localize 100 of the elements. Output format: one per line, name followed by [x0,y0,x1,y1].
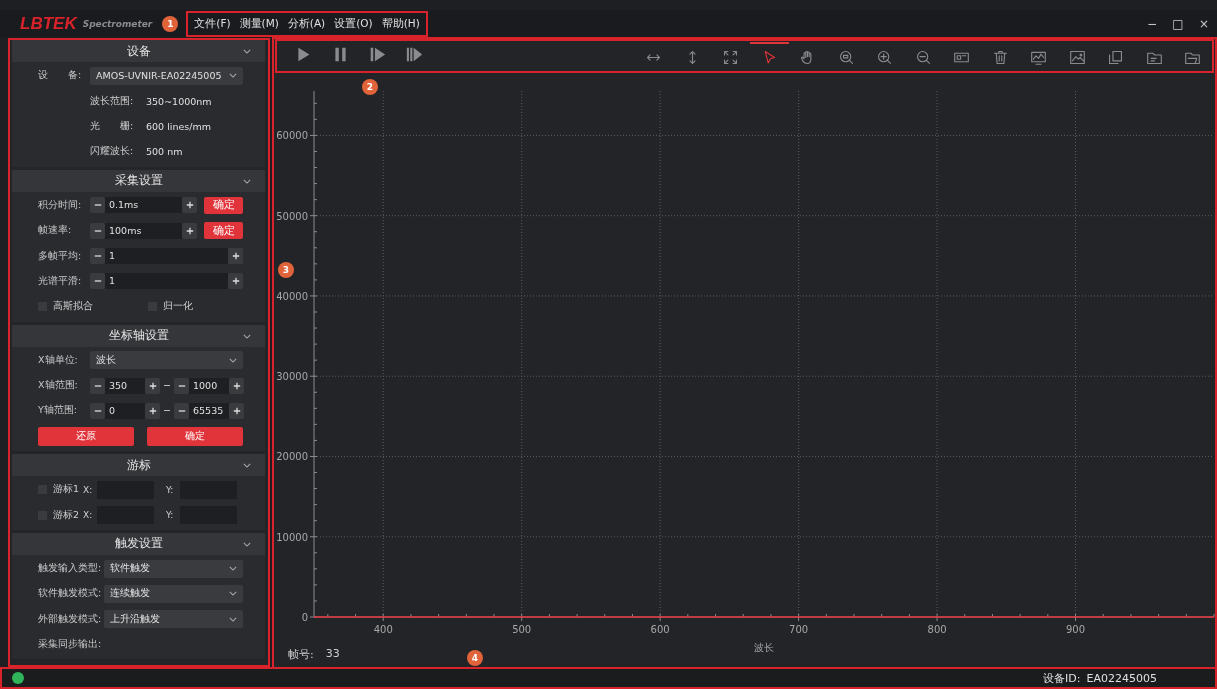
plus-icon [185,201,194,210]
window-control-button[interactable]: □ [1165,16,1191,31]
field-label: Y: [166,510,175,521]
dropdown[interactable]: 上升沿触发 [104,610,243,629]
field-label: 采集同步输出: [38,638,103,652]
dropdown[interactable]: 连续触发 [104,584,243,603]
number-field[interactable]: 100ms [105,222,182,239]
x-tick-label: 900 [1066,624,1086,635]
decrement-button[interactable] [90,403,105,419]
section-title: 坐标轴设置 [108,327,169,344]
decrement-button[interactable] [174,403,189,419]
number-field[interactable]: 1 [105,273,228,290]
decrement-button[interactable] [90,248,105,265]
section-header[interactable]: 坐标轴设置 [12,324,265,347]
field-label: 帧速率: [38,224,73,238]
decrement-button[interactable] [90,197,105,214]
skip-icon [405,46,423,63]
window-control-button[interactable]: × [1191,16,1217,31]
confirm-button[interactable]: 确定 [204,196,243,214]
action-button[interactable]: 确定 [147,426,243,446]
menu-item[interactable]: 帮助(H) [381,16,420,31]
y-tick-label: 30000 [276,371,308,383]
minus-icon [93,407,102,415]
increment-button[interactable] [229,377,244,394]
y-tick-label: 50000 [276,210,308,222]
decrement-button[interactable] [90,273,105,290]
info-value: 500 nm [146,146,183,158]
field-label: X轴单位: [38,353,79,367]
increment-button[interactable] [145,403,160,419]
field-label: 多帧平均: [38,249,83,263]
x-tick-label: 700 [789,624,809,635]
dropdown[interactable]: AMOS-UVNIR-EA02245005 [90,66,243,85]
decrement-button[interactable] [90,377,105,394]
increment-button[interactable] [182,197,197,214]
decrement-button[interactable] [90,222,105,239]
field-label: X: [83,484,94,495]
dropdown[interactable]: 软件触发 [104,559,243,578]
section-title: 设备 [126,42,151,60]
increment-button[interactable] [145,377,160,394]
callout-marker: 2 [362,79,378,95]
increment-button[interactable] [182,222,197,239]
x-tick-label: 600 [650,624,670,635]
step-icon [368,46,386,63]
plus-icon [232,407,241,415]
plus-icon [148,407,157,415]
y-tick-label: 40000 [276,290,308,302]
trash-icon [991,48,1009,66]
callout-marker: 4 [467,650,483,666]
zoom-in-icon [876,48,894,66]
device-id-value: EA02245005 [1086,671,1157,685]
zoom-icon [837,48,855,66]
x-tick-label: 800 [927,624,947,635]
section-title: 游标 [126,456,151,474]
frame-label: 帧号: [288,647,314,662]
window-control-button[interactable]: − [1139,16,1165,31]
callout-marker: 3 [278,262,294,278]
section-header[interactable]: 设备 [12,40,265,62]
zoom-out-icon [914,48,932,66]
section-header[interactable]: 触发设置 [12,532,265,555]
increment-button[interactable] [229,403,244,419]
field-label: X: [83,510,94,521]
field-label: 软件触发模式: [38,587,103,601]
y-tick-label: 10000 [276,531,308,543]
plus-icon [232,381,241,390]
number-field[interactable]: 65535 [189,403,229,419]
info-label: 光 栅: [90,119,135,133]
dropdown[interactable]: 波长 [90,351,243,370]
number-field[interactable]: 1 [105,248,228,265]
checkbox-label: 高斯拟合 [53,300,93,314]
field-label: X轴范围: [38,379,79,393]
number-field[interactable]: 0.1ms [105,197,182,214]
number-field[interactable]: 350 [105,377,145,394]
y-tick-label: 20000 [276,451,308,463]
menu-item[interactable]: 设置(O) [334,16,373,31]
increment-button[interactable] [228,248,243,265]
number-field[interactable]: 1000 [189,377,229,394]
checkbox-label: 游标1 [53,483,81,497]
menu-item[interactable]: 测量(M) [239,16,279,31]
y-tick-label: 60000 [276,130,308,142]
image-icon [1068,48,1086,66]
checkbox-label: 归一化 [163,300,193,314]
section-header[interactable]: 采集设置 [12,169,265,192]
field-label: 光谱平滑: [38,274,83,288]
copy-icon [1107,48,1125,66]
field-label: Y轴范围: [38,404,78,418]
info-value: 600 lines/mm [146,120,211,132]
device-id-label: 设备ID: [1043,670,1081,686]
expand-icon [722,48,740,66]
number-field[interactable]: 0 [105,403,145,419]
x-tick-label: 400 [373,624,393,635]
menu-item[interactable]: 分析(A) [287,16,326,31]
action-button[interactable]: 还原 [38,426,134,446]
section-header[interactable]: 游标 [12,454,265,477]
plus-icon [185,226,194,235]
menu-item[interactable]: 文件(F) [194,16,231,31]
plus-icon [231,277,240,286]
decrement-button[interactable] [174,377,189,394]
section-title: 采集设置 [114,172,163,190]
increment-button[interactable] [228,273,243,290]
confirm-button[interactable]: 确定 [204,222,243,240]
